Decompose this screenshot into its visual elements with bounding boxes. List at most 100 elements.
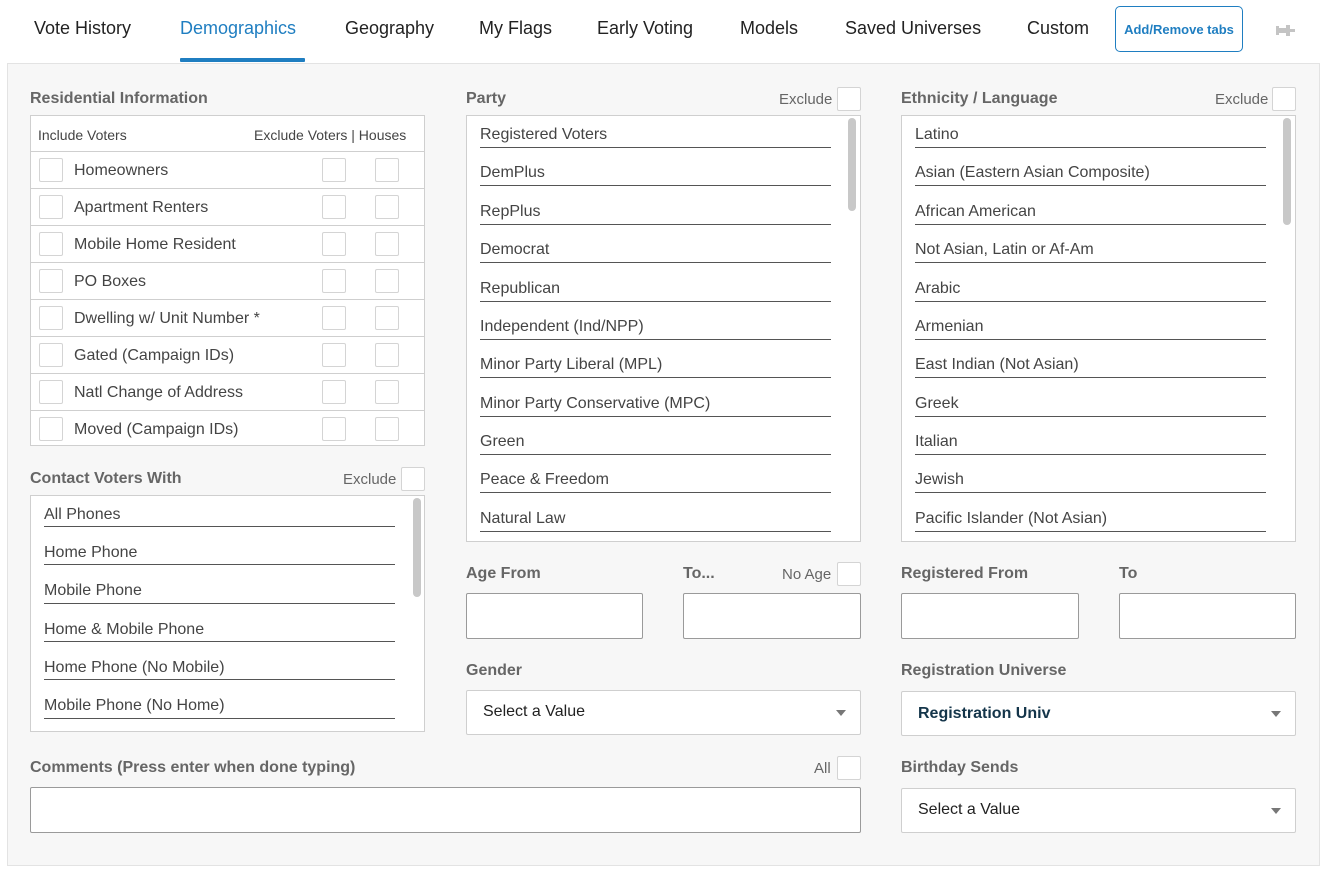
list-item[interactable]: East Indian (Not Asian) [915, 356, 1079, 374]
list-item[interactable]: Armenian [915, 318, 983, 336]
exclude-houses-checkbox[interactable] [375, 380, 399, 404]
party-exclude-checkbox[interactable] [837, 87, 861, 111]
registered-to-input[interactable] [1119, 593, 1296, 639]
list-item[interactable]: Italian [915, 433, 958, 451]
include-checkbox[interactable] [39, 195, 63, 219]
list-item[interactable]: Mobile Phone (No Home) [44, 697, 225, 715]
tab-custom[interactable]: Custom [1027, 18, 1089, 39]
exclude-houses-checkbox[interactable] [375, 306, 399, 330]
list-item[interactable]: Jewish [915, 471, 964, 489]
list-item[interactable]: Greek [915, 395, 959, 413]
list-item[interactable]: Arabic [915, 280, 960, 298]
residential-header: Include Voters Exclude Voters | Houses [31, 116, 424, 152]
list-item[interactable]: Green [480, 433, 524, 451]
row-label: Moved (Campaign IDs) [74, 421, 239, 438]
exclude-voters-checkbox[interactable] [322, 232, 346, 256]
list-item[interactable]: Asian (Eastern Asian Composite) [915, 164, 1150, 182]
contact-list[interactable]: All Phones Home Phone Mobile Phone Home … [30, 495, 425, 732]
exclude-houses-checkbox[interactable] [375, 269, 399, 293]
gender-select[interactable]: Select a Value [466, 690, 861, 735]
registered-from-input[interactable] [901, 593, 1079, 639]
divider [44, 679, 395, 680]
exclude-voters-checkbox[interactable] [322, 343, 346, 367]
residential-row-dwelling-unit: Dwelling w/ Unit Number * [31, 300, 424, 337]
row-label: Apartment Renters [74, 199, 209, 216]
party-list[interactable]: Registered Voters DemPlus RepPlus Democr… [466, 115, 861, 542]
list-item[interactable]: African American [915, 203, 1036, 221]
list-item[interactable]: Not Asian, Latin or Af-Am [915, 241, 1094, 259]
exclude-houses-checkbox[interactable] [375, 158, 399, 182]
tab-saved-universes[interactable]: Saved Universes [845, 18, 981, 39]
divider [915, 454, 1266, 455]
pin-icon[interactable] [1274, 20, 1296, 40]
row-label: Dwelling w/ Unit Number * [74, 310, 260, 327]
exclude-voters-checkbox[interactable] [322, 306, 346, 330]
list-item[interactable]: Minor Party Liberal (MPL) [480, 356, 662, 374]
list-item[interactable]: Republican [480, 280, 560, 298]
tab-models[interactable]: Models [740, 18, 798, 39]
party-scrollbar[interactable] [848, 118, 856, 211]
tab-early-voting[interactable]: Early Voting [597, 18, 693, 39]
age-to-input[interactable] [683, 593, 861, 639]
list-item[interactable]: Natural Law [480, 510, 565, 528]
divider [915, 185, 1266, 186]
exclude-voters-checkbox[interactable] [322, 269, 346, 293]
list-item[interactable]: Latino [915, 126, 959, 144]
include-checkbox[interactable] [39, 269, 63, 293]
divider [915, 416, 1266, 417]
list-item[interactable]: Minor Party Conservative (MPC) [480, 395, 710, 413]
registered-from-label: Registered From [901, 565, 1029, 582]
tab-my-flags[interactable]: My Flags [479, 18, 552, 39]
list-item[interactable]: Democrat [480, 241, 549, 259]
exclude-voters-checkbox[interactable] [322, 195, 346, 219]
exclude-voters-checkbox[interactable] [322, 380, 346, 404]
tab-demographics[interactable]: Demographics [180, 18, 296, 39]
divider [44, 603, 395, 604]
ethnicity-scrollbar[interactable] [1283, 118, 1291, 225]
list-item[interactable]: Home & Mobile Phone [44, 621, 204, 639]
list-item[interactable]: Peace & Freedom [480, 471, 609, 489]
include-checkbox[interactable] [39, 158, 63, 182]
include-checkbox[interactable] [39, 380, 63, 404]
contact-scrollbar[interactable] [413, 498, 421, 597]
list-item[interactable]: All Phones [44, 506, 121, 524]
ethnicity-list[interactable]: Latino Asian (Eastern Asian Composite) A… [901, 115, 1296, 542]
include-checkbox[interactable] [39, 306, 63, 330]
include-checkbox[interactable] [39, 417, 63, 441]
ethnicity-title: Ethnicity / Language [901, 90, 1058, 107]
list-item[interactable]: Pacific Islander (Not Asian) [915, 510, 1107, 528]
exclude-houses-checkbox[interactable] [375, 417, 399, 441]
exclude-houses-checkbox[interactable] [375, 232, 399, 256]
exclude-houses-checkbox[interactable] [375, 343, 399, 367]
tab-geography[interactable]: Geography [345, 18, 434, 39]
divider [44, 718, 395, 719]
list-item[interactable]: RepPlus [480, 203, 540, 221]
list-item[interactable]: Home Phone (No Mobile) [44, 659, 225, 677]
list-item[interactable]: Registered Voters [480, 126, 607, 144]
residential-table: Include Voters Exclude Voters | Houses H… [30, 115, 425, 446]
exclude-voters-checkbox[interactable] [322, 158, 346, 182]
comments-input[interactable] [30, 787, 861, 833]
list-item[interactable]: Mobile Phone [44, 582, 142, 600]
registration-universe-select[interactable]: Registration Univ [901, 691, 1296, 736]
row-label: Homeowners [74, 162, 169, 179]
row-label: Gated (Campaign IDs) [74, 347, 235, 364]
comments-all-checkbox[interactable] [837, 756, 861, 780]
list-item[interactable]: Home Phone [44, 544, 137, 562]
age-from-input[interactable] [466, 593, 643, 639]
include-checkbox[interactable] [39, 343, 63, 367]
ethnicity-exclude-checkbox[interactable] [1272, 87, 1296, 111]
divider [44, 641, 395, 642]
list-item[interactable]: DemPlus [480, 164, 545, 182]
exclude-houses-checkbox[interactable] [375, 195, 399, 219]
add-remove-tabs-button[interactable]: Add/Remove tabs [1115, 6, 1243, 52]
contact-exclude-checkbox[interactable] [401, 467, 425, 491]
party-title: Party [466, 90, 507, 107]
include-checkbox[interactable] [39, 232, 63, 256]
exclude-voters-checkbox[interactable] [322, 417, 346, 441]
residential-row-gated: Gated (Campaign IDs) [31, 337, 424, 374]
birthday-sends-select[interactable]: Select a Value [901, 788, 1296, 833]
no-age-checkbox[interactable] [837, 562, 861, 586]
list-item[interactable]: Independent (Ind/NPP) [480, 318, 644, 336]
tab-vote-history[interactable]: Vote History [34, 18, 131, 39]
